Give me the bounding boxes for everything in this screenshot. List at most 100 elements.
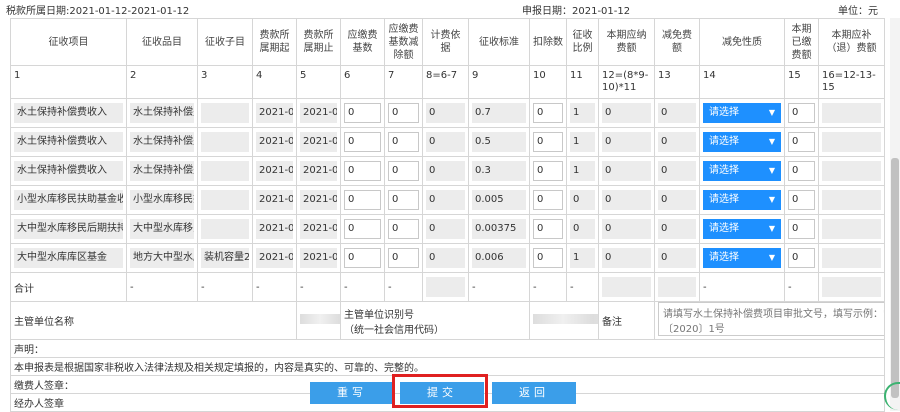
- cell-paid[interactable]: 0: [784, 156, 819, 186]
- deduction-input[interactable]: 0: [533, 219, 563, 239]
- base-input[interactable]: 0: [344, 219, 381, 239]
- cell-zimu: 装机容量2.: [197, 243, 253, 273]
- standard-field: 0.005: [472, 190, 526, 210]
- column-header: 本期应纳费额: [606, 30, 647, 54]
- cell-base[interactable]: 0: [340, 243, 385, 273]
- header-cell: 征收子目: [197, 18, 253, 66]
- cell-remark[interactable]: [654, 301, 885, 340]
- header-cell: 费款所属期起: [252, 18, 297, 66]
- relief-nature-select[interactable]: 请选择 ▼: [703, 103, 781, 123]
- column-index: 16=12-13-15: [822, 70, 876, 93]
- header-cell: 本期已缴费额: [784, 18, 819, 66]
- cell-deduct-base[interactable]: 0: [384, 243, 423, 273]
- cell-base[interactable]: 0: [340, 156, 385, 186]
- cell-base[interactable]: 0: [340, 98, 385, 128]
- cell-deduct-base[interactable]: 0: [384, 127, 423, 157]
- relief-nature-select[interactable]: 请选择 ▼: [703, 132, 781, 152]
- relief-nature-select[interactable]: 请选择 ▼: [703, 248, 781, 268]
- item-field: 水土保持补偿费收入: [14, 103, 123, 123]
- deduct-base-input[interactable]: 0: [388, 103, 419, 123]
- cell-nature[interactable]: 请选择 ▼: [699, 243, 785, 273]
- paid-input[interactable]: 0: [788, 190, 815, 210]
- cell-pinmu: 水土保持补偿费: [126, 98, 198, 128]
- base-input[interactable]: 0: [344, 132, 381, 152]
- cell-deduct-base[interactable]: 0: [384, 214, 423, 244]
- back-button[interactable]: 返回: [492, 382, 576, 404]
- cell-nature[interactable]: 请选择 ▼: [699, 156, 785, 186]
- deduction-input[interactable]: 0: [533, 161, 563, 181]
- vertical-scrollbar[interactable]: [890, 18, 900, 411]
- cell-base[interactable]: 0: [340, 127, 385, 157]
- cell-basis: 0: [422, 243, 469, 273]
- column-index: 15: [788, 70, 801, 81]
- deduction-input[interactable]: 0: [533, 248, 563, 268]
- rewrite-button[interactable]: 重写: [310, 382, 394, 404]
- base-input[interactable]: 0: [344, 103, 381, 123]
- pinmu-field: 小型水库移民扶: [130, 190, 194, 210]
- paid-input[interactable]: 0: [788, 248, 815, 268]
- remark-input[interactable]: [658, 302, 884, 336]
- standard-field: 0.00375: [472, 219, 526, 239]
- cell-paid[interactable]: 0: [784, 214, 819, 244]
- cell-deduction[interactable]: 0: [529, 127, 567, 157]
- deduct-base-input[interactable]: 0: [388, 161, 419, 181]
- relief-field: 0: [658, 219, 696, 239]
- index-cell: 16=12-13-15: [818, 65, 885, 99]
- deduct-base-input[interactable]: 0: [388, 132, 419, 152]
- cell-nature[interactable]: 请选择 ▼: [699, 185, 785, 215]
- paid-input[interactable]: 0: [788, 103, 815, 123]
- cell-deduction[interactable]: 0: [529, 185, 567, 215]
- paid-input[interactable]: 0: [788, 132, 815, 152]
- cell-paid[interactable]: 0: [784, 185, 819, 215]
- cell-deduct-base[interactable]: 0: [384, 185, 423, 215]
- cell-nature[interactable]: 请选择 ▼: [699, 214, 785, 244]
- cell-deduction[interactable]: 0: [529, 156, 567, 186]
- cell-nature[interactable]: 请选择 ▼: [699, 98, 785, 128]
- cell-base[interactable]: 0: [340, 185, 385, 215]
- relief-nature-select[interactable]: 请选择 ▼: [703, 161, 781, 181]
- cell-paid[interactable]: 0: [784, 243, 819, 273]
- header-cell: 征收标准: [468, 18, 530, 66]
- header-cell: 征收品目: [126, 18, 198, 66]
- cell-total: -: [529, 272, 567, 302]
- cell-nature[interactable]: 请选择 ▼: [699, 127, 785, 157]
- end-field: 2021-01: [300, 190, 337, 210]
- paid-input[interactable]: 0: [788, 219, 815, 239]
- ratio-field: 0: [570, 219, 595, 239]
- deduct-base-input[interactable]: 0: [388, 248, 419, 268]
- index-cell: 4: [252, 65, 297, 99]
- column-header: 减免性质: [722, 36, 762, 48]
- header-cell: 应缴费基数: [340, 18, 385, 66]
- cell-payable: 0: [598, 243, 655, 273]
- relief-nature-select[interactable]: 请选择 ▼: [703, 190, 781, 210]
- cell-base[interactable]: 0: [340, 214, 385, 244]
- pinmu-field: 水土保持补偿费: [130, 161, 194, 181]
- org-id-sub: （统一社会信用代码）: [344, 324, 444, 336]
- cell-paid[interactable]: 0: [784, 98, 819, 128]
- base-input[interactable]: 0: [344, 190, 381, 210]
- cell-paid[interactable]: 0: [784, 127, 819, 157]
- total-value: [822, 277, 881, 297]
- select-label: 请选择: [709, 223, 739, 234]
- item-field: 大中型水库移民后期扶持基: [14, 219, 123, 239]
- header-cell: 计费依据: [422, 18, 469, 66]
- column-index: 9: [472, 70, 479, 81]
- cell-deduct-base[interactable]: 0: [384, 156, 423, 186]
- deduction-input[interactable]: 0: [533, 190, 563, 210]
- deduct-base-input[interactable]: 0: [388, 219, 419, 239]
- cell-deduction[interactable]: 0: [529, 98, 567, 128]
- deduction-input[interactable]: 0: [533, 103, 563, 123]
- column-index: 8=6-7: [426, 70, 458, 81]
- cell-deduction[interactable]: 0: [529, 243, 567, 273]
- base-input[interactable]: 0: [344, 161, 381, 181]
- relief-nature-select[interactable]: 请选择 ▼: [703, 219, 781, 239]
- cell-deduction[interactable]: 0: [529, 214, 567, 244]
- deduct-base-input[interactable]: 0: [388, 190, 419, 210]
- base-input[interactable]: 0: [344, 248, 381, 268]
- paid-input[interactable]: 0: [788, 161, 815, 181]
- scrollbar-thumb[interactable]: [891, 158, 899, 398]
- cell-deduct-base[interactable]: 0: [384, 98, 423, 128]
- cell-pinmu: 大中型水库移民: [126, 214, 198, 244]
- cell-item: 水土保持补偿费收入: [10, 127, 127, 157]
- deduction-input[interactable]: 0: [533, 132, 563, 152]
